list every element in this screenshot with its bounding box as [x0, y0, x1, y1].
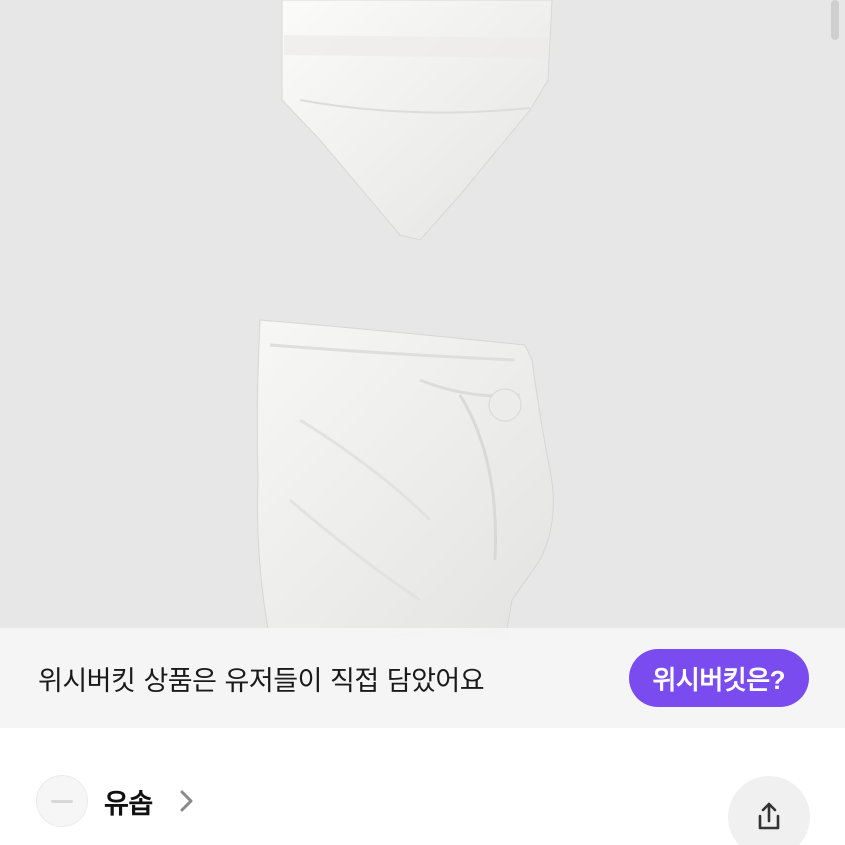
wishbucket-info-button[interactable]: 위시버킷은?	[628, 649, 809, 707]
chevron-right-icon[interactable]	[176, 788, 198, 814]
share-icon	[758, 802, 780, 830]
product-photo	[256, 0, 554, 641]
share-button[interactable]	[728, 776, 810, 845]
seller-avatar[interactable]	[36, 775, 88, 827]
wishbucket-banner: 위시버킷 상품은 유저들이 직접 담았어요 위시버킷은?	[0, 628, 845, 728]
scroll-indicator[interactable]	[831, 0, 839, 40]
seller-row[interactable]: 유솝	[0, 728, 845, 845]
product-image[interactable]	[0, 0, 845, 728]
avatar-logo	[51, 799, 73, 803]
product-detail-page: 위시버킷 상품은 유저들이 직접 담았어요 위시버킷은? 유솝	[0, 0, 845, 845]
sarong-skirt	[256, 319, 554, 641]
seller-name[interactable]: 유솝	[104, 782, 153, 821]
banner-text: 위시버킷 상품은 유저들이 직접 담았어요	[38, 665, 485, 697]
